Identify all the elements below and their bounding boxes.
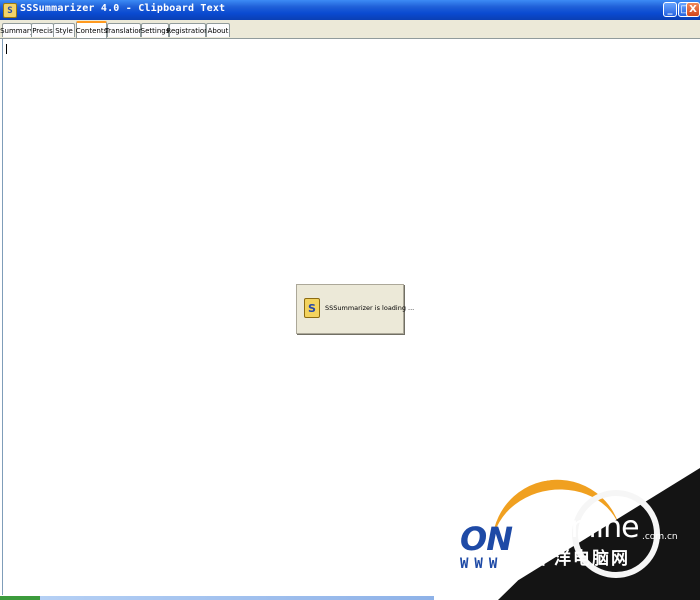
watermark-left-text: ON: [460, 520, 513, 558]
status-strip: [0, 596, 434, 600]
tab-translation[interactable]: Translation: [105, 23, 143, 37]
text-caret: [6, 44, 7, 54]
tab-settings[interactable]: Settings: [141, 23, 169, 37]
watermark-chinese-name: 太平洋电脑网: [516, 549, 630, 569]
minimize-button[interactable]: _: [663, 2, 677, 17]
status-indicator: [0, 596, 40, 600]
window-title: SSSummarizer 4.0 - Clipboard Text: [20, 3, 226, 14]
loading-dialog: S SSSummarizer is loading ...: [296, 284, 414, 334]
app-logo-icon: S: [304, 298, 320, 318]
watermark-brand: PConline: [516, 510, 640, 545]
title-bar: S SSSummarizer 4.0 - Clipboard Text _ □ …: [0, 0, 700, 20]
tab-style[interactable]: Style: [53, 23, 75, 37]
tab-strip: Summary Precis Style Contents Translatio…: [0, 20, 700, 39]
tab-summary[interactable]: Summary: [0, 23, 34, 37]
tab-about[interactable]: About: [206, 23, 230, 37]
watermark-www: WWW: [460, 556, 504, 572]
tab-precis[interactable]: Precis: [31, 23, 54, 37]
tab-contents[interactable]: Contents: [76, 21, 107, 38]
tab-registration[interactable]: Registration: [166, 23, 209, 37]
app-icon[interactable]: S: [3, 3, 17, 18]
loading-message: SSSummarizer is loading ...: [325, 304, 415, 312]
watermark-domain: .com.cn: [642, 532, 678, 542]
close-button[interactable]: X: [686, 2, 700, 17]
